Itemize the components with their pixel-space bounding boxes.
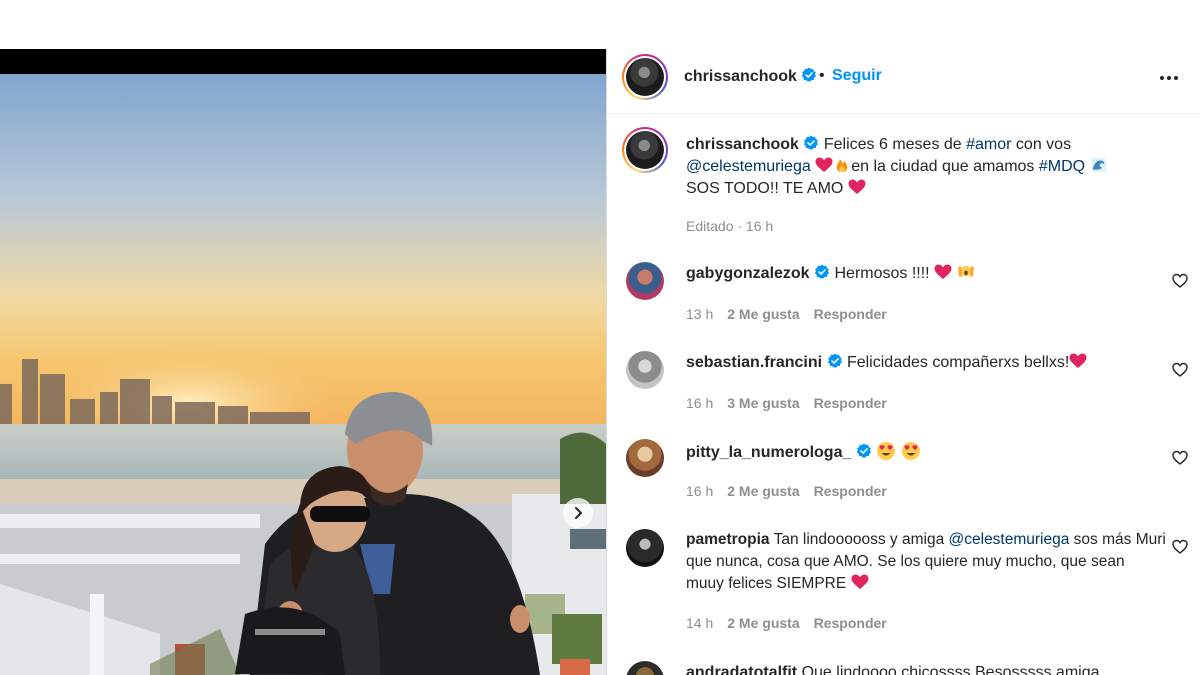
post-header: chrissanchook • Seguir <box>607 49 1200 114</box>
hashtag-link[interactable]: #MDQ <box>1039 158 1085 175</box>
comment-username[interactable]: pitty_la_numerologa_ <box>686 444 851 461</box>
author-avatar[interactable] <box>622 54 668 100</box>
more-options-icon[interactable] <box>1160 70 1184 86</box>
chevron-right-icon <box>575 507 582 519</box>
verified-badge-icon <box>802 67 817 82</box>
comment-item: pitty_la_numerologa_ 16 h2 Me gusta Respo… <box>607 430 1200 510</box>
caption-author-avatar[interactable] <box>622 127 668 173</box>
red-heart-icon <box>934 264 952 279</box>
hashtag-link[interactable]: #amor <box>966 136 1011 153</box>
avatar[interactable] <box>626 262 664 300</box>
reply-button[interactable]: Responder <box>814 395 887 411</box>
avatar[interactable] <box>626 439 664 477</box>
verified-badge-icon <box>804 135 819 150</box>
red-heart-icon <box>848 179 866 194</box>
fire-icon <box>836 159 848 173</box>
comment-meta: 16 h2 Me gusta Responder <box>686 483 887 499</box>
comment-item: andradatotalfit Que lindoooo chicossss B… <box>607 655 1200 675</box>
comment-text: andradatotalfit Que lindoooo chicossss B… <box>686 662 1166 675</box>
likes-count[interactable]: 3 Me gusta <box>727 395 799 411</box>
next-photo-button[interactable] <box>563 498 593 528</box>
comment-text: gabygonzalezok Hermosos !!!! <box>686 263 1166 285</box>
comment-username[interactable]: gabygonzalezok <box>686 265 810 282</box>
reply-button[interactable]: Responder <box>814 306 887 322</box>
header-separator: • <box>819 67 825 84</box>
comment-item: pametropia Tan lindoooooss y amiga @cele… <box>607 521 1200 646</box>
comment-meta: 14 h2 Me gusta Responder <box>686 615 887 631</box>
author-header: chrissanchook <box>684 67 817 86</box>
verified-badge-icon <box>814 264 830 279</box>
like-heart-icon[interactable] <box>1172 273 1188 289</box>
verified-badge-icon <box>827 353 842 368</box>
post-caption: chrissanchook Felices 6 meses de #amor c… <box>607 114 1200 244</box>
author-username[interactable]: chrissanchook <box>684 68 797 85</box>
comment-text: pitty_la_numerologa_ <box>686 441 1166 464</box>
wave-icon <box>1091 157 1106 173</box>
red-heart-icon <box>815 157 833 172</box>
caption-text: chrissanchook Felices 6 meses de #amor c… <box>686 134 1166 200</box>
red-heart-icon <box>1069 353 1087 368</box>
comment-username[interactable]: andradatotalfit <box>686 664 797 675</box>
likes-count[interactable]: 2 Me gusta <box>727 483 799 499</box>
reply-button[interactable]: Responder <box>814 483 887 499</box>
caption-author-username[interactable]: chrissanchook <box>686 136 799 153</box>
post-photo[interactable] <box>0 49 606 675</box>
comment-text: pametropia Tan lindoooooss y amiga @cele… <box>686 531 1166 592</box>
caption-meta: Editado · 16 h <box>686 218 774 234</box>
comment-text: sebastian.francini Felicidades compañerx… <box>686 352 1166 374</box>
avatar[interactable] <box>626 661 664 675</box>
comment-item: gabygonzalezok Hermosos !!!! 13 h2 Me gu… <box>607 252 1200 332</box>
photo-letterbox <box>0 49 606 74</box>
mention-link[interactable]: @celestemuriega <box>686 158 811 175</box>
reply-button[interactable]: Responder <box>814 615 887 631</box>
comment-username[interactable]: sebastian.francini <box>686 354 822 371</box>
comment-meta: 16 h3 Me gusta Responder <box>686 395 887 411</box>
follow-button[interactable]: Seguir <box>832 67 882 85</box>
comment-meta: 13 h2 Me gusta Responder <box>686 306 887 322</box>
likes-count[interactable]: 2 Me gusta <box>727 615 799 631</box>
raised-hands-icon <box>957 265 974 277</box>
like-heart-icon[interactable] <box>1172 450 1188 466</box>
couple-photo <box>0 74 606 675</box>
red-heart-icon <box>851 574 869 589</box>
mention-link[interactable]: @celestemuriega <box>949 531 1070 548</box>
like-heart-icon[interactable] <box>1172 362 1188 378</box>
heart-eyes-icon <box>901 442 920 460</box>
comment-username[interactable]: pametropia <box>686 531 770 548</box>
likes-count[interactable]: 2 Me gusta <box>727 306 799 322</box>
avatar[interactable] <box>626 529 664 567</box>
comment-item: sebastian.francini Felicidades compañerx… <box>607 341 1200 421</box>
avatar[interactable] <box>626 351 664 389</box>
heart-eyes-icon <box>877 442 896 460</box>
like-heart-icon[interactable] <box>1172 539 1188 555</box>
verified-badge-icon <box>856 443 871 458</box>
